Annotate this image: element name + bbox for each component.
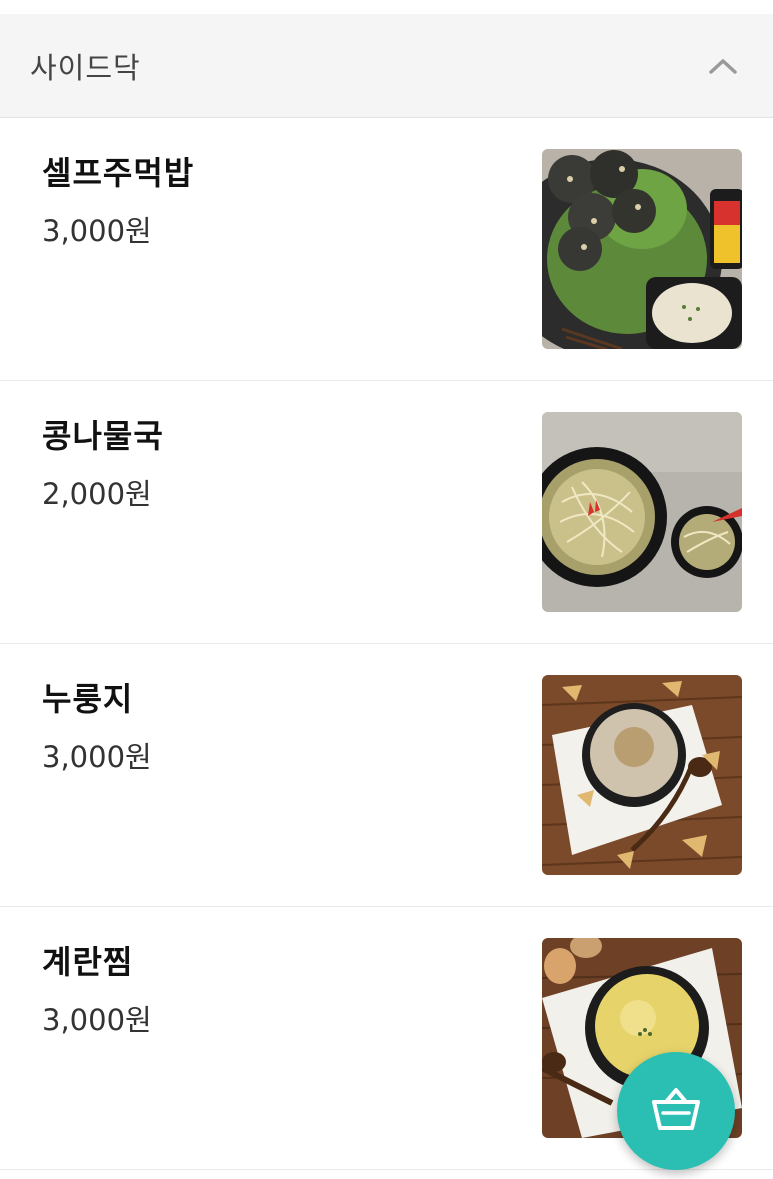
menu-item[interactable]: 누룽지 3,000원 [0,644,773,907]
chevron-up-icon[interactable] [703,46,743,86]
menu-item[interactable]: 콩나물국 2,000원 [0,381,773,644]
bean-sprout-soup-photo [542,412,742,612]
menu-item[interactable]: 셀프주먹밥 3,000원 [0,118,773,381]
menu-item-name: 콩나물국 [42,417,164,455]
nurungji-photo [542,675,742,875]
menu-item-price: 3,000원 [42,214,152,248]
section-title: 사이드닥 [30,50,141,85]
menu-item-name: 셀프주먹밥 [42,154,195,192]
menu-list: 셀프주먹밥 3,000원 콩나물국 2,000원 누룽지 3,000원 계란찜 … [0,118,773,1170]
cart-button[interactable] [617,1052,735,1170]
top-strip [0,0,773,14]
menu-item-price: 3,000원 [42,740,152,774]
menu-item-price: 2,000원 [42,477,152,511]
menu-item-name: 계란찜 [42,943,134,981]
basket-icon [650,1086,702,1136]
rice-balls-photo [542,149,742,349]
menu-item-name: 누룽지 [42,680,134,718]
section-header-side-menu[interactable]: 사이드닥 [0,14,773,118]
menu-item-price: 3,000원 [42,1003,152,1037]
